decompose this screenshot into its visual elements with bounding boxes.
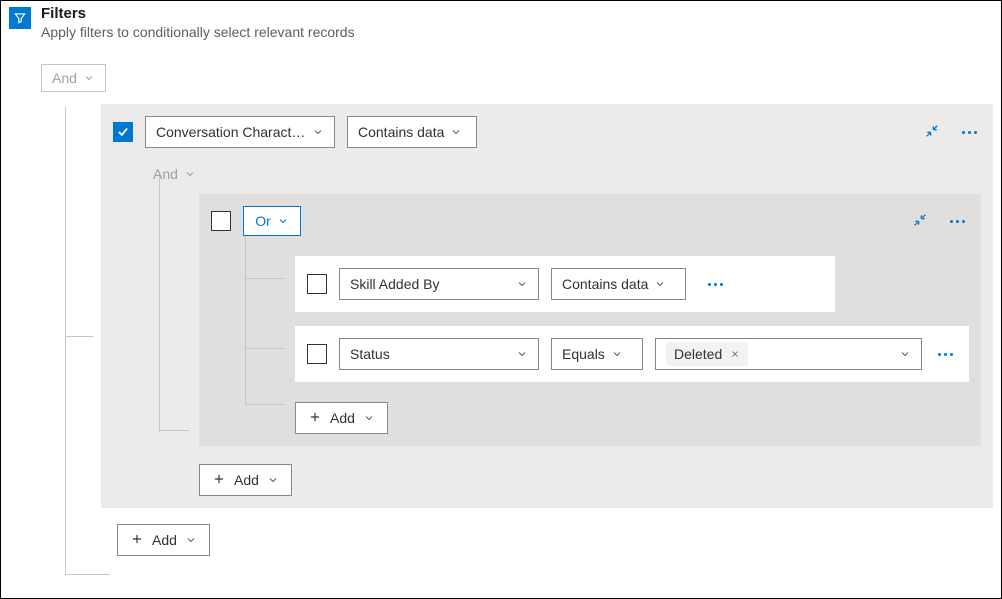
collapse-icon[interactable] [912,212,928,231]
chevron-down-icon [277,215,289,227]
value-chip-label: Deleted [674,346,722,362]
group1-field-dropdown[interactable]: Conversation Characte... [145,116,335,148]
plus-icon [308,410,322,427]
add-button-group1[interactable]: Add [199,464,292,496]
plus-icon [212,472,226,489]
more-icon[interactable] [958,127,981,138]
group1-checkbox[interactable] [113,122,133,142]
add-label: Add [330,410,355,426]
value-chip: Deleted [666,342,748,366]
add-button-inner[interactable]: Add [295,402,388,434]
collapse-icon[interactable] [924,123,940,142]
group2-operator-dropdown[interactable]: Or [243,206,301,236]
group2-operator-label: Or [255,213,271,229]
row1-operator-label: Contains data [562,276,648,292]
root-group-operator-dropdown[interactable]: And [41,64,106,92]
add-label: Add [152,532,177,548]
row1-checkbox[interactable] [307,274,327,294]
chevron-down-icon [267,474,279,486]
chevron-down-icon [184,168,196,180]
chevron-down-icon [83,72,95,84]
chevron-down-icon [611,348,623,360]
row2-field-dropdown[interactable]: Status [339,338,539,370]
page-title: Filters [41,5,355,22]
group1-operator-dropdown[interactable]: Contains data [347,116,477,148]
chevron-down-icon [312,126,324,138]
chevron-down-icon [899,348,911,360]
plus-icon [130,532,144,549]
row2-field-label: Status [350,346,510,362]
group1-operator-label: Contains data [358,124,444,140]
more-icon[interactable] [946,216,969,227]
filter-icon [9,7,31,29]
root-group-operator-label: And [52,70,77,86]
group2-checkbox[interactable] [211,211,231,231]
group1-field-label: Conversation Characte... [156,124,306,140]
more-icon[interactable] [704,279,727,290]
chevron-down-icon [363,412,375,424]
chevron-down-icon [185,534,197,546]
chevron-down-icon [516,278,528,290]
add-button-root[interactable]: Add [117,524,210,556]
chevron-down-icon [516,348,528,360]
remove-chip-icon[interactable] [730,346,740,362]
row1-field-label: Skill Added By [350,276,510,292]
row2-checkbox[interactable] [307,344,327,364]
page-subtitle: Apply filters to conditionally select re… [41,24,355,40]
row1-operator-dropdown[interactable]: Contains data [551,268,686,300]
row2-value-dropdown[interactable]: Deleted [655,338,922,370]
add-label: Add [234,472,259,488]
row2-operator-dropdown[interactable]: Equals [551,338,643,370]
chevron-down-icon [654,278,666,290]
row1-field-dropdown[interactable]: Skill Added By [339,268,539,300]
row2-operator-label: Equals [562,346,605,362]
more-icon[interactable] [934,349,957,360]
group1-child-operator-label: And [153,166,178,182]
chevron-down-icon [450,126,462,138]
